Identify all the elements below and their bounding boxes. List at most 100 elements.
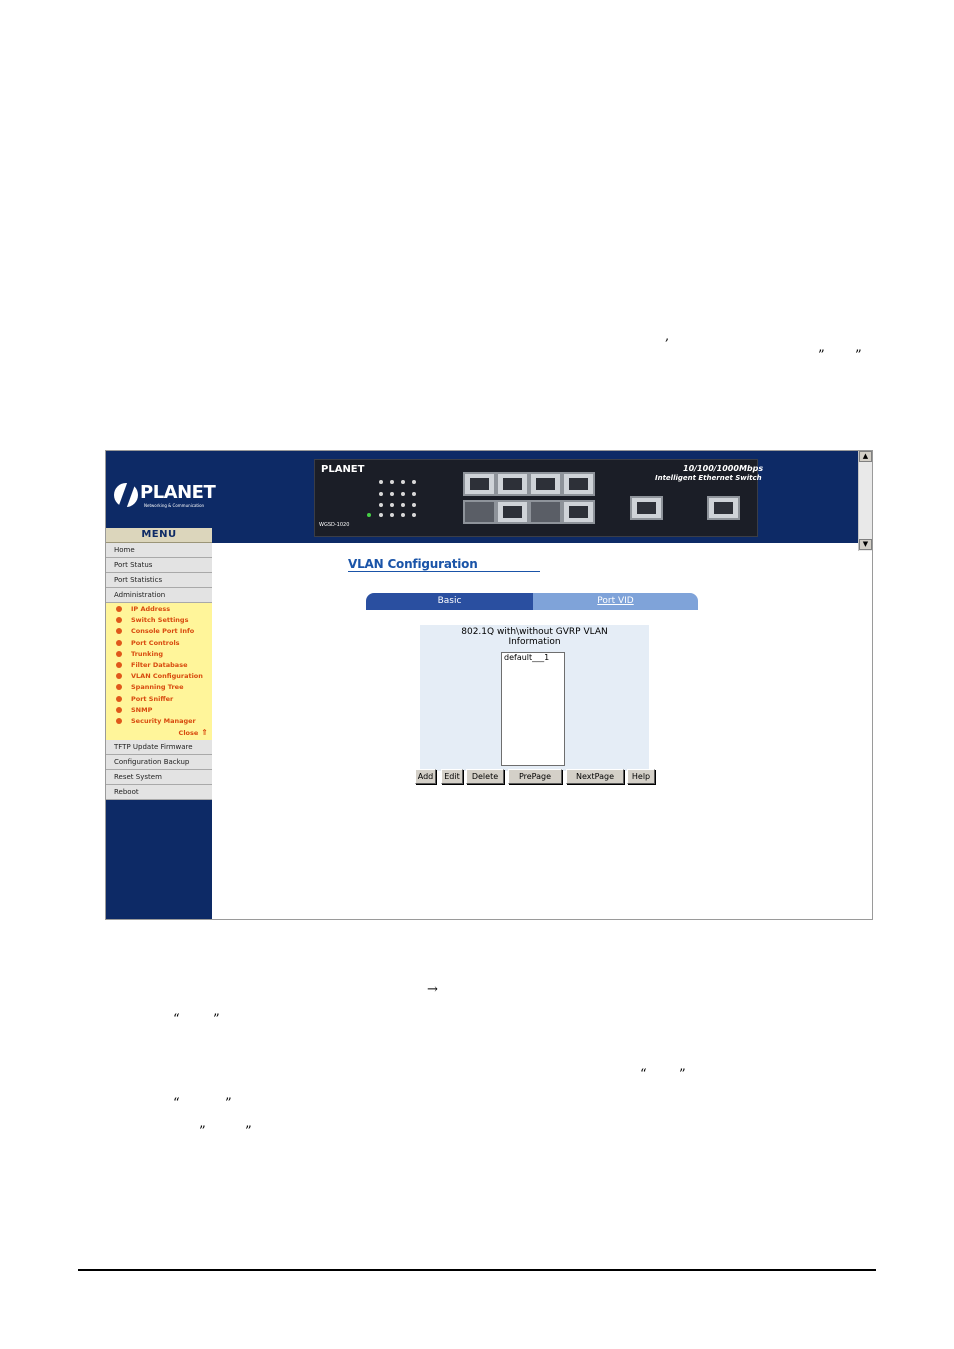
doc-mark: ” (245, 1124, 252, 1139)
doc-mark: → (427, 982, 438, 997)
menu-item-home[interactable]: Home (106, 543, 212, 558)
vertical-scrollbar[interactable]: ▲ ▼ (858, 451, 872, 551)
scroll-up-icon[interactable]: ▲ (859, 451, 872, 462)
menu-item-administration[interactable]: Administration (106, 588, 212, 603)
vlan-listbox[interactable]: default___1 (501, 652, 565, 766)
administration-submenu: IP Address Switch Settings Console Port … (106, 603, 212, 741)
submenu-item-ip-address[interactable]: IP Address (106, 604, 212, 615)
gigabit-port-icon (707, 496, 740, 520)
doc-mark: ” (679, 1067, 686, 1082)
bullet-icon (116, 650, 122, 657)
rj45-port-icon (562, 500, 595, 524)
logo-text: PLANET (140, 482, 216, 503)
led-icon (401, 480, 405, 484)
page-title: VLAN Configuration (348, 557, 540, 572)
led-icon (401, 503, 405, 507)
vlan-list-item[interactable]: default___1 (504, 653, 564, 663)
banner: PLANET Networking & Communication PLANET… (106, 451, 872, 551)
doc-mark: “ (173, 1012, 180, 1027)
bullet-icon (116, 684, 122, 691)
bullet-icon (116, 706, 122, 713)
led-icon (379, 503, 383, 507)
close-arrow-up-icon: ⇑ (201, 728, 208, 738)
vlan-info-panel: 802.1Q with\without GVRP VLAN Informatio… (420, 625, 649, 771)
side-menu: MENU Home Port Status Port Statistics Ad… (106, 528, 212, 919)
help-button[interactable]: Help (627, 769, 655, 784)
bullet-icon (116, 606, 122, 612)
submenu-item-switch-settings[interactable]: Switch Settings (106, 615, 212, 626)
footer-rule (78, 1269, 876, 1271)
delete-button[interactable]: Delete (466, 769, 504, 784)
menu-header: MENU (106, 528, 212, 543)
bullet-icon (116, 628, 122, 635)
sfp-port-icon (463, 500, 496, 524)
bullet-icon (116, 673, 122, 680)
nextpage-button[interactable]: NextPage (566, 769, 624, 784)
rj45-port-icon (529, 472, 562, 496)
switch-front-panel-image: PLANET 10/100/1000Mbps Intelligent Ether… (314, 459, 763, 537)
submenu-item-filter-database[interactable]: Filter Database (106, 660, 212, 671)
scroll-down-icon[interactable]: ▼ (859, 539, 872, 550)
led-icon (379, 492, 383, 496)
switch-subtitle: Intelligent Ethernet Switch (655, 474, 762, 482)
switch-brand: PLANET (321, 464, 365, 475)
doc-mark: “ (640, 1067, 647, 1082)
led-icon (401, 492, 405, 496)
planet-logo-icon (114, 483, 138, 507)
sfp-port-icon (529, 500, 562, 524)
menu-item-reset-system[interactable]: Reset System (106, 770, 212, 786)
menu-item-configuration-backup[interactable]: Configuration Backup (106, 755, 212, 771)
submenu-item-port-controls[interactable]: Port Controls (106, 638, 212, 649)
submenu-item-spanning-tree[interactable]: Spanning Tree (106, 682, 212, 693)
panel-title-line: Information (508, 637, 561, 647)
menu-item-port-statistics[interactable]: Port Statistics (106, 573, 212, 588)
add-button[interactable]: Add (415, 769, 436, 784)
submenu-item-snmp[interactable]: SNMP (106, 705, 212, 716)
edit-button[interactable]: Edit (441, 769, 463, 784)
panel-title-line: 802.1Q with\without GVRP VLAN (461, 627, 608, 637)
rj45-port-icon (496, 500, 529, 524)
tab-bar: Basic Port VID (366, 593, 699, 611)
submenu-close[interactable]: Close ⇑ (106, 727, 212, 738)
bullet-icon (116, 695, 122, 702)
led-icon (379, 513, 383, 517)
led-icon (390, 480, 394, 484)
logo-subtitle: Networking & Communication (144, 503, 205, 508)
doc-mark: ” (199, 1124, 206, 1139)
power-led-icon (367, 513, 371, 517)
doc-mark: ” (855, 348, 862, 363)
bullet-icon (116, 617, 122, 624)
rj45-port-icon (496, 472, 529, 496)
doc-mark: ” (818, 348, 825, 363)
led-icon (412, 513, 416, 517)
submenu-item-console-port-info[interactable]: Console Port Info (106, 626, 212, 637)
led-icon (379, 480, 383, 484)
doc-mark: “ (173, 1096, 180, 1111)
tab-basic[interactable]: Basic (366, 593, 533, 610)
tab-port-vid[interactable]: Port VID (533, 593, 698, 610)
rj45-port-icon (562, 472, 595, 496)
prepage-button[interactable]: PrePage (508, 769, 562, 784)
planet-logo: PLANET Networking & Communication (112, 482, 216, 513)
menu-item-port-status[interactable]: Port Status (106, 558, 212, 573)
gigabit-port-icon (630, 496, 663, 520)
panel-title: 802.1Q with\without GVRP VLAN Informatio… (420, 627, 649, 647)
switch-model: WGSD-1020 (319, 522, 350, 528)
led-icon (412, 480, 416, 484)
submenu-item-trunking[interactable]: Trunking (106, 649, 212, 660)
menu-item-tftp-update-firmware[interactable]: TFTP Update Firmware (106, 740, 212, 756)
submenu-item-vlan-configuration[interactable]: VLAN Configuration (106, 671, 212, 682)
rj45-port-icon (463, 472, 496, 496)
bullet-icon (116, 661, 122, 668)
doc-mark: ” (225, 1096, 232, 1111)
menu-item-reboot[interactable]: Reboot (106, 785, 212, 801)
led-icon (412, 503, 416, 507)
led-icon (412, 492, 416, 496)
doc-mark: , (665, 329, 670, 344)
led-icon (390, 513, 394, 517)
submenu-item-port-sniffer[interactable]: Port Sniffer (106, 694, 212, 705)
submenu-item-security-manager[interactable]: Security Manager (106, 716, 212, 727)
switch-speed-title: 10/100/1000Mbps (683, 464, 764, 473)
bullet-icon (116, 717, 122, 724)
web-ui-screenshot: PLANET Networking & Communication PLANET… (105, 450, 873, 920)
